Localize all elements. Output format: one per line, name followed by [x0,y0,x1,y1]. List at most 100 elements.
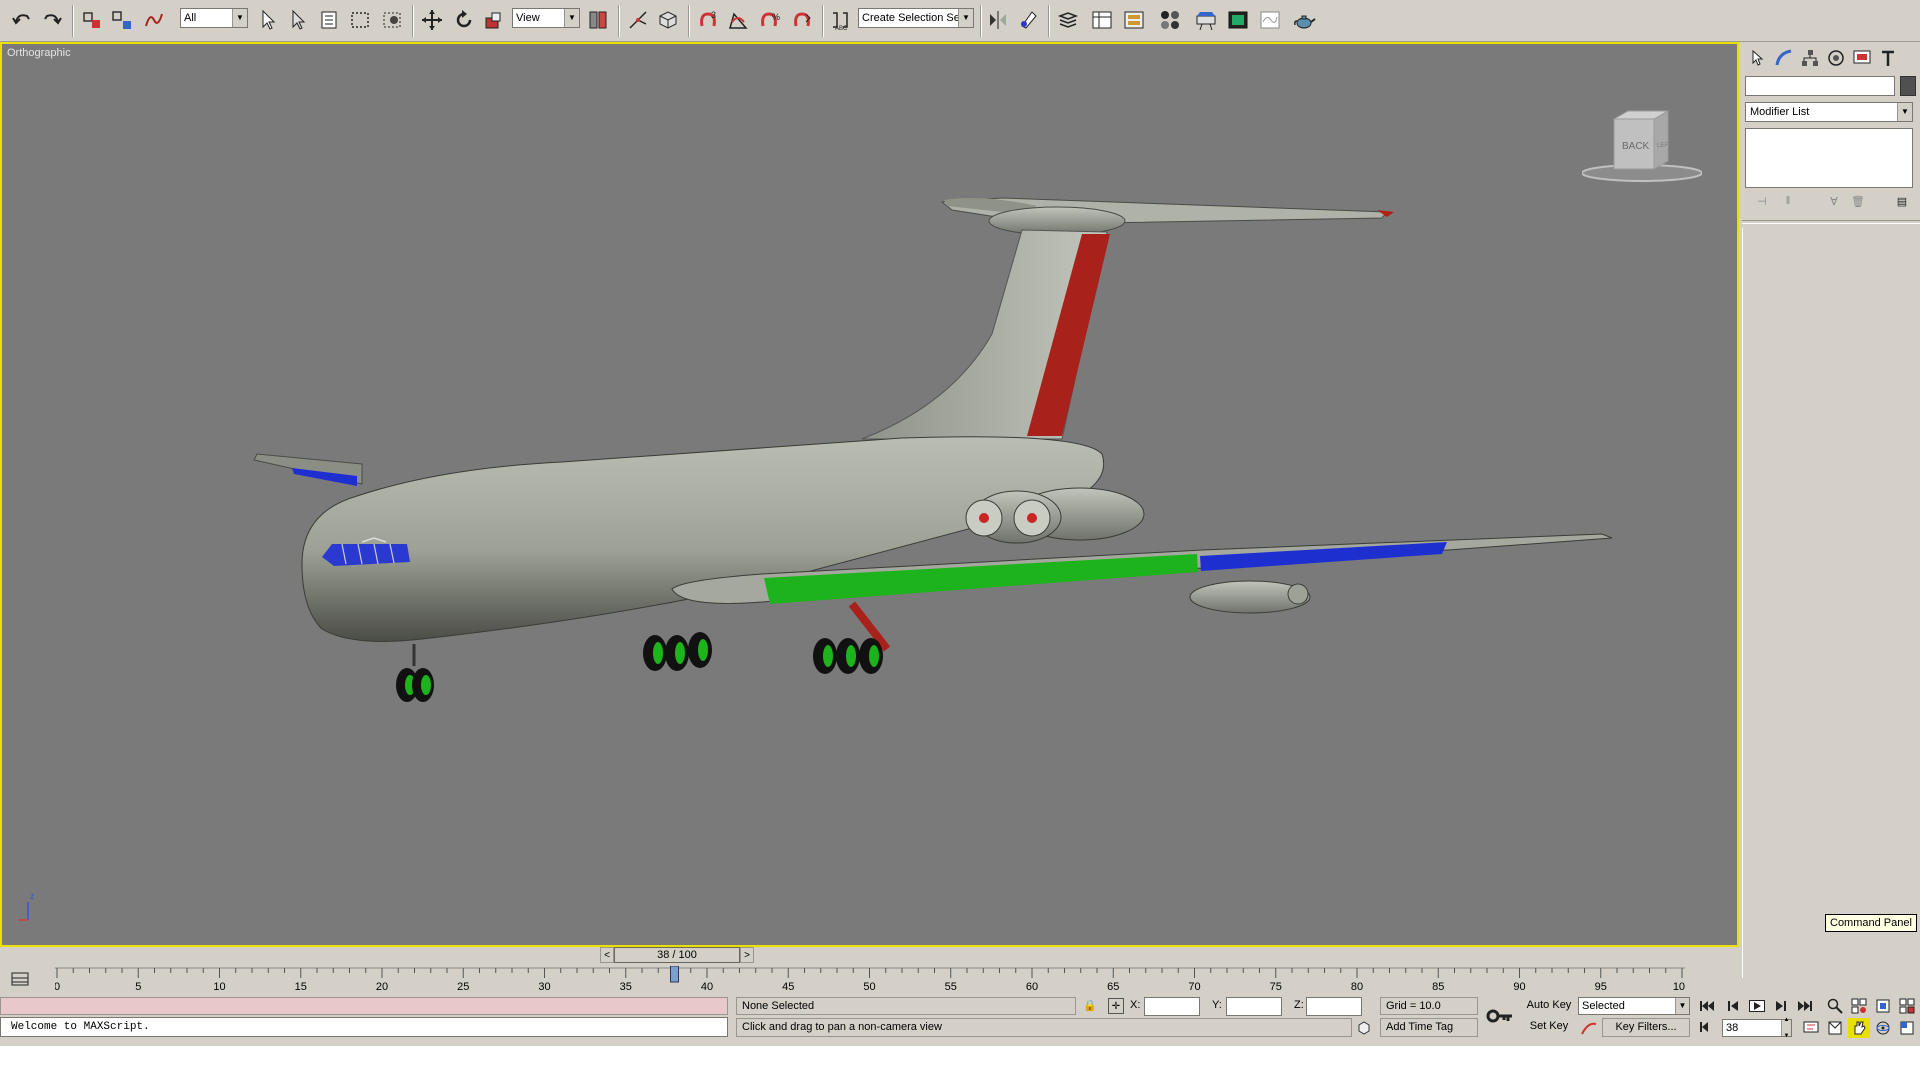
time-configuration-icon[interactable] [1800,1018,1822,1036]
key-mode-dropdown[interactable]: Selected ▼ [1578,997,1690,1015]
selection-filter-dropdown[interactable]: All ▼ [180,8,248,28]
play-icon[interactable] [1746,997,1768,1015]
modifier-stack[interactable] [1745,128,1913,188]
set-key-icon[interactable] [1484,1000,1516,1032]
absolute-mode-icon[interactable]: ✛ [1108,998,1124,1014]
select-list-icon[interactable] [316,6,344,34]
zoom-icon[interactable] [1824,996,1846,1016]
create-tab-icon[interactable] [1746,46,1770,70]
material-editor-icon[interactable] [1156,6,1184,34]
time-slider-thumb[interactable]: 38 / 100 [614,947,740,963]
maximize-viewport-icon[interactable] [1896,1018,1918,1038]
make-unique-icon[interactable]: ∀ [1825,192,1843,210]
orbit-icon[interactable] [1872,1018,1894,1038]
time-slider[interactable]: < 38 / 100 > [600,947,754,963]
svg-text:%: % [772,12,780,22]
time-tag-icon[interactable] [1356,1020,1372,1036]
hierarchy-tab-icon[interactable] [1798,46,1822,70]
redo-icon[interactable] [38,6,66,34]
selection-set-placeholder: Create Selection Set [862,12,963,24]
unlink-selection-icon[interactable] [108,6,136,34]
go-to-start-icon[interactable] [1696,997,1718,1015]
lock-selection-icon[interactable]: 🔒 [1083,999,1097,1013]
mirror-icon[interactable] [984,6,1012,34]
teapot-render-icon[interactable] [1290,6,1318,34]
curve-editor-icon[interactable] [1088,6,1116,34]
utilities-tab-icon[interactable] [1876,46,1900,70]
current-frame-marker[interactable] [670,966,679,983]
aircraft-model[interactable] [2,44,1737,945]
remove-modifier-icon[interactable]: 🗑 [1849,192,1867,210]
y-coordinate-field[interactable] [1226,997,1282,1016]
rectangular-selection-icon[interactable] [346,6,374,34]
x-coordinate-field[interactable] [1144,997,1200,1016]
next-frame-button[interactable]: > [740,947,754,963]
percent-snap-icon[interactable]: % [756,6,784,34]
pan-view-icon[interactable] [1848,1018,1870,1038]
previous-key-icon[interactable] [1722,997,1744,1015]
previous-frame-button[interactable]: < [600,947,614,963]
select-and-manipulate-icon[interactable] [624,6,652,34]
edit-named-selection-icon[interactable]: ABC [826,6,854,34]
frame-spinner[interactable]: ▲ ▼ [1781,1017,1791,1039]
trackbar-tick-label: 30 [538,981,550,993]
modifier-list-dropdown[interactable]: Modifier List ▼ [1745,102,1913,122]
viewcube[interactable]: BACK LEFT [1582,109,1702,189]
trackbar-ruler[interactable]: 0 5 10 15 20 25 30 35 40 45 50 55 60 65 70 75 80 85 90 95 10… [55,966,1685,994]
pivot-center-icon[interactable] [584,6,612,34]
layer-manager-icon[interactable] [1054,6,1082,34]
object-name-field[interactable] [1745,76,1895,96]
current-frame-field[interactable]: 38 ▲ ▼ [1722,1017,1792,1039]
zoom-all-icon[interactable] [1848,996,1870,1016]
move-icon[interactable] [418,6,446,34]
object-color-swatch[interactable] [1900,76,1916,96]
default-tangent-icon[interactable] [1580,1020,1598,1036]
main-gear-right [813,638,883,674]
bind-to-spacewarp-icon[interactable] [140,6,168,34]
maxscript-listener-output[interactable]: Welcome to MAXScript. [0,1017,728,1037]
named-selection-set-dropdown[interactable]: Create Selection Set ▼ [858,8,974,28]
align-icon[interactable] [1014,6,1042,34]
display-tab-icon[interactable] [1850,46,1874,70]
reference-coordinate-dropdown[interactable]: View ▼ [512,8,580,28]
rotate-icon[interactable] [450,6,478,34]
render-setup-icon[interactable] [1192,6,1220,34]
viewcube-back-face[interactable]: BACK [1622,141,1650,152]
undo-icon[interactable] [8,6,36,34]
go-to-end-icon[interactable] [1794,997,1816,1015]
zoom-extents-icon[interactable] [1872,996,1894,1016]
angle-snap-icon[interactable] [724,6,752,34]
pin-stack-icon[interactable]: ⊣ [1753,192,1771,210]
command-panel-rollouts[interactable] [1742,228,1920,978]
add-time-tag-button[interactable]: Add Time Tag [1380,1018,1478,1037]
show-end-result-icon[interactable]: ‖ [1779,192,1797,210]
motion-tab-icon[interactable] [1824,46,1848,70]
auto-key-button[interactable]: Auto Key [1524,997,1574,1015]
mini-curve-editor-icon[interactable] [10,970,30,988]
key-mode-toggle-icon[interactable] [1696,1018,1718,1036]
keyboard-shortcut-override-icon[interactable] [654,6,682,34]
window-crossing-icon[interactable] [378,6,406,34]
maxscript-listener-input[interactable] [0,997,728,1015]
zoom-extents-all-icon[interactable] [1896,996,1918,1016]
spinner-snap-icon[interactable] [788,6,816,34]
field-of-view-icon[interactable] [1824,1018,1846,1038]
select-and-link-icon[interactable] [78,6,106,34]
orthographic-viewport[interactable]: Orthographic BACK LEFT z [0,42,1739,947]
snaps-toggle-icon[interactable]: 3 [694,6,722,34]
configure-modifier-sets-icon[interactable]: ▤ [1893,192,1911,210]
rendered-frame-window-icon[interactable] [1224,6,1252,34]
trackbar[interactable]: 0 5 10 15 20 25 30 35 40 45 50 55 60 65 70 75 80 85 90 95 10… [0,966,1739,994]
select-object-icon[interactable] [254,6,282,34]
key-filters-button[interactable]: Key Filters... [1602,1018,1690,1037]
scale-icon[interactable] [480,6,508,34]
set-key-button[interactable]: Set Key [1524,1018,1574,1037]
select-by-name-icon[interactable] [284,6,312,34]
trackbar-tick-label: 25 [457,981,469,993]
command-panel-tooltip: Command Panel [1825,914,1917,932]
modify-tab-icon[interactable] [1772,46,1796,70]
z-coordinate-field[interactable] [1306,997,1362,1016]
schematic-view-icon[interactable] [1120,6,1148,34]
viewcube-left-face[interactable]: LEFT [1657,143,1672,149]
render-production-icon[interactable] [1256,6,1284,34]
